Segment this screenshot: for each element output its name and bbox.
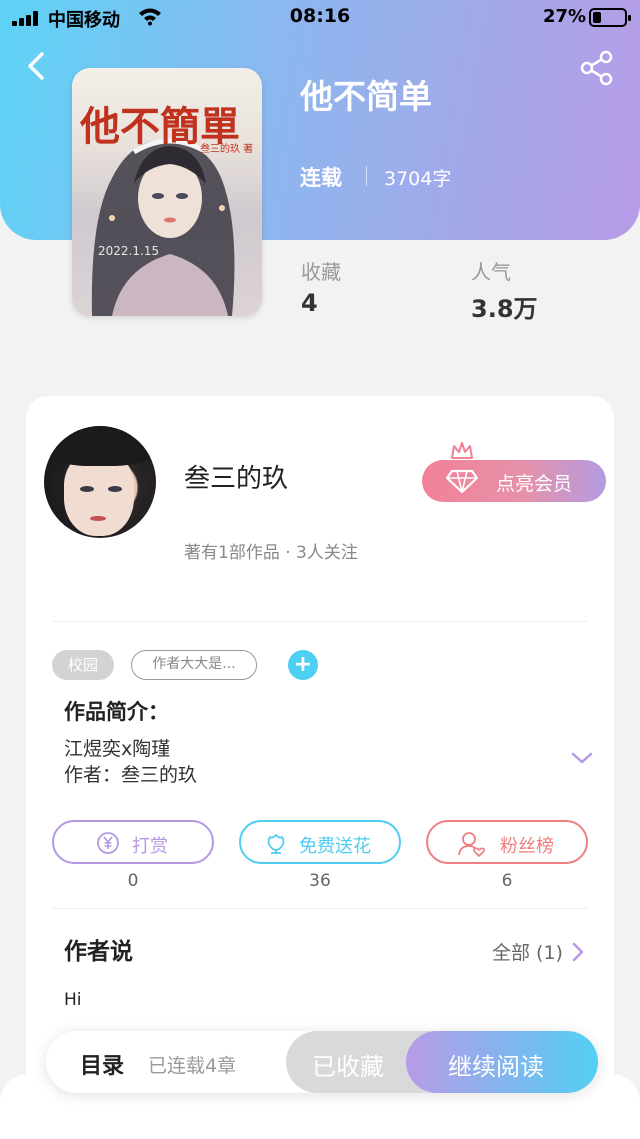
- book-title: 他不简单: [300, 77, 432, 116]
- fan-rank-button[interactable]: 粉丝榜: [426, 820, 588, 864]
- share-icon[interactable]: [580, 50, 616, 86]
- intro-line: 作者：叁三的玖: [64, 764, 198, 786]
- stat-label-favorites: 收藏: [301, 260, 341, 284]
- author-meta: 著有1部作品 · 3人关注: [184, 543, 358, 563]
- tip-count: 0: [127, 871, 139, 891]
- intro-title: 作品简介：: [64, 700, 169, 724]
- book-cover[interactable]: 他不簡單 叁三的玖 著 2022.1.15: [72, 68, 262, 316]
- tag-chip[interactable]: 校园: [52, 650, 114, 680]
- chevron-right-icon[interactable]: [570, 940, 586, 964]
- author-says-title: 作者说: [64, 939, 133, 965]
- back-icon[interactable]: [20, 48, 56, 84]
- tip-label: 打赏: [132, 836, 168, 857]
- continue-reading-label: 继续阅读: [448, 1053, 544, 1081]
- divider: [52, 621, 588, 622]
- divider: [366, 166, 367, 186]
- tag-chip[interactable]: 作者大大是...: [131, 650, 257, 680]
- author-name[interactable]: 叁三的玖: [184, 458, 288, 495]
- divider: [52, 908, 588, 909]
- stat-label-popularity: 人气: [471, 260, 511, 284]
- cover-author: 叁三的玖 著: [200, 144, 254, 155]
- fan-rank-label: 粉丝榜: [500, 836, 554, 857]
- send-flower-button[interactable]: 免费送花: [239, 820, 401, 864]
- tip-button[interactable]: 打赏: [52, 820, 214, 864]
- battery-icon: [589, 8, 631, 27]
- avatar[interactable]: [44, 426, 156, 538]
- flower-count: 36: [309, 871, 331, 891]
- stat-value-favorites: 4: [301, 289, 318, 317]
- continue-reading-button[interactable]: 继续阅读: [406, 1031, 598, 1093]
- yen-icon: [97, 832, 119, 854]
- crown-icon: [451, 442, 473, 462]
- cover-date: 2022.1.15: [98, 244, 160, 258]
- favorited-label: 已收藏: [312, 1053, 384, 1081]
- view-all-link[interactable]: 全部 (1): [492, 938, 563, 965]
- chapter-count: 已连载4章: [148, 1055, 237, 1077]
- chevron-down-icon[interactable]: [570, 750, 594, 766]
- intro-line: 江煜奕x陶瑾: [64, 738, 171, 760]
- diamond-icon: [446, 469, 478, 493]
- flower-icon: [267, 834, 285, 854]
- stat-value-popularity: 3.8万: [471, 295, 538, 323]
- send-flower-label: 免费送花: [299, 836, 371, 857]
- word-count: 3704字: [384, 168, 452, 190]
- author-says-text: Hi: [64, 990, 82, 1010]
- battery-percent: 27%: [543, 6, 587, 27]
- fan-icon: [458, 832, 485, 857]
- add-tag-button[interactable]: +: [288, 650, 318, 680]
- vip-button[interactable]: 点亮会员: [422, 460, 606, 502]
- fan-count: 6: [501, 871, 513, 891]
- vip-label: 点亮会员: [496, 473, 573, 495]
- toc-button[interactable]: 目录: [80, 1048, 124, 1080]
- book-status: 连载: [300, 166, 342, 190]
- status-bar: 中国移动 08:16 27%: [0, 0, 640, 36]
